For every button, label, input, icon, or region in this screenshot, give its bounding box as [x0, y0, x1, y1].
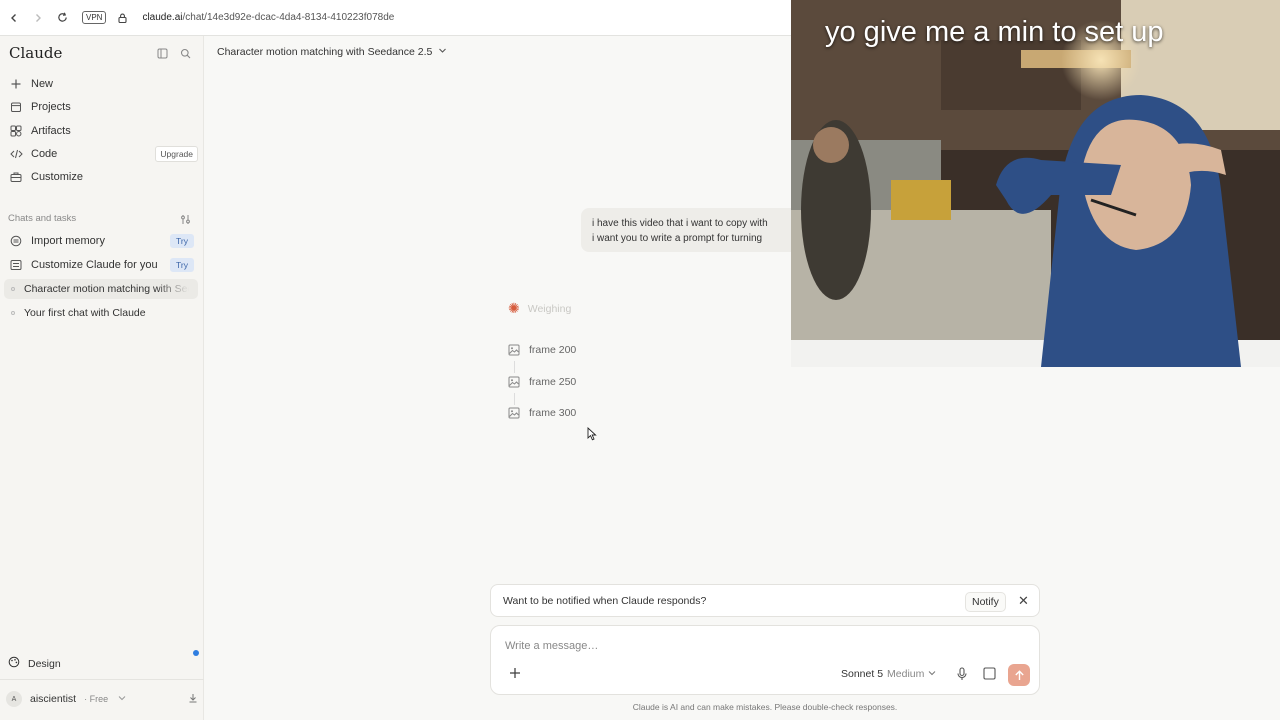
- arrow-up-icon: [1014, 669, 1024, 680]
- lock-icon[interactable]: [114, 10, 130, 26]
- webcam-image: [791, 0, 1280, 367]
- download-icon[interactable]: [188, 693, 198, 706]
- avatar: A: [6, 691, 22, 707]
- user-name: aiscientist: [30, 693, 77, 705]
- address-bar[interactable]: claude.ai/chat/14e3d92e-dcac-4da4-8134-4…: [142, 12, 394, 23]
- briefcase-icon: [9, 170, 23, 184]
- folder-icon: [9, 100, 23, 114]
- search-icon[interactable]: [180, 46, 191, 64]
- sidebar-tools: [157, 46, 191, 64]
- upgrade-badge[interactable]: Upgrade: [155, 146, 198, 162]
- frame-connector: [514, 393, 515, 405]
- chevron-down-icon: [118, 693, 126, 705]
- import-icon: [9, 234, 23, 248]
- plus-icon: [9, 77, 23, 91]
- disclaimer-text: Claude is AI and can make mistakes. Plea…: [632, 702, 898, 712]
- chat-dot-icon: [11, 287, 15, 291]
- sidebar-divider: [0, 679, 204, 680]
- user-message-line: i want you to write a prompt for turning: [592, 233, 763, 244]
- status-text: Weighing: [527, 302, 572, 315]
- chevron-down-icon: [438, 46, 447, 58]
- frame-label: frame 300: [529, 407, 577, 419]
- webcam-caption: yo give me a min to set up: [825, 16, 1164, 48]
- notify-button[interactable]: Notify: [965, 592, 1006, 612]
- image-icon: [508, 344, 520, 356]
- sliders-icon: [9, 258, 23, 272]
- model-selector[interactable]: Sonnet 5 Medium: [841, 668, 936, 680]
- design-label: Design: [28, 657, 61, 670]
- brand-logo[interactable]: Claude: [9, 44, 62, 62]
- sidebar-item-projects[interactable]: Projects: [8, 96, 198, 118]
- frame-item[interactable]: frame 250: [508, 376, 576, 388]
- artifacts-icon: [9, 124, 23, 138]
- code-icon: [9, 147, 23, 161]
- sidebar-toggle-icon[interactable]: [157, 46, 168, 64]
- chat-title-dropdown[interactable]: Character motion matching with Seedance …: [217, 46, 447, 58]
- microphone-icon[interactable]: [956, 667, 968, 686]
- user-menu[interactable]: A aiscientist · Free: [6, 689, 198, 709]
- sidebar-item-import-memory[interactable]: Import memory Try: [8, 230, 198, 252]
- user-message-line: i have this video that i want to copy wi…: [592, 218, 768, 229]
- forward-icon[interactable]: [30, 10, 46, 26]
- reload-icon[interactable]: [54, 10, 70, 26]
- voice-mode-icon[interactable]: [983, 667, 996, 685]
- sidebar-item-label: Import memory: [31, 235, 105, 247]
- message-input[interactable]: [505, 640, 1005, 652]
- back-icon[interactable]: [6, 10, 22, 26]
- frame-connector: [514, 361, 515, 373]
- frame-item[interactable]: frame 200: [508, 344, 576, 356]
- sidebar-item-label: Projects: [31, 101, 71, 113]
- sidebar-item-label: Code: [31, 148, 58, 160]
- sidebar-item-customize[interactable]: Customize: [8, 166, 198, 188]
- sidebar-item-design[interactable]: Design: [8, 656, 61, 671]
- sidebar-item-label: Artifacts: [31, 125, 71, 137]
- sidebar-item-artifacts[interactable]: Artifacts: [8, 120, 198, 142]
- image-icon: [508, 376, 520, 388]
- chat-dot-icon: [11, 311, 15, 315]
- close-icon[interactable]: ✕: [1018, 593, 1029, 609]
- model-name: Sonnet 5: [841, 668, 884, 680]
- sidebar-item-label: Customize: [31, 171, 83, 183]
- chat-item[interactable]: Your first chat with Claude: [4, 303, 198, 323]
- composer: Sonnet 5 Medium: [490, 625, 1040, 695]
- user-message: i have this video that i want to copy wi…: [581, 208, 791, 252]
- frame-label: frame 200: [529, 344, 577, 356]
- vpn-badge[interactable]: VPN: [82, 11, 107, 24]
- palette-icon: [8, 656, 20, 671]
- section-label-chats: Chats and tasks: [8, 213, 77, 224]
- sidebar: Claude New Projects Artifacts Code Upgra…: [0, 36, 204, 720]
- claude-spark-icon: ✺: [508, 300, 520, 316]
- chat-item-label: Character motion matching with Seedance …: [24, 283, 189, 295]
- chat-item-active[interactable]: Character motion matching with Seedance …: [4, 279, 198, 299]
- thinking-status: ✺ Weighing: [508, 300, 571, 317]
- try-badge[interactable]: Try: [170, 234, 194, 248]
- chevron-down-icon: [928, 668, 936, 680]
- add-attachment-button[interactable]: [509, 666, 521, 684]
- sidebar-item-new[interactable]: New: [8, 73, 198, 95]
- image-icon: [508, 407, 520, 419]
- send-button[interactable]: [1008, 664, 1030, 686]
- filter-icon[interactable]: [180, 212, 191, 230]
- notify-text: Want to be notified when Claude responds…: [503, 594, 707, 607]
- sidebar-item-label: Customize Claude for you: [31, 259, 158, 271]
- frame-item[interactable]: frame 300: [508, 407, 576, 419]
- model-effort: Medium: [887, 668, 925, 680]
- notify-banner: Want to be notified when Claude responds…: [490, 584, 1040, 617]
- chat-item-label: Your first chat with Claude: [24, 307, 146, 319]
- webcam-overlay: yo give me a min to set up: [791, 0, 1280, 367]
- user-plan: · Free: [84, 694, 109, 704]
- frame-label: frame 250: [529, 376, 577, 388]
- mouse-cursor-icon: [587, 426, 597, 446]
- try-badge[interactable]: Try: [170, 258, 194, 272]
- browser-toolbar: VPN claude.ai/chat/14e3d92e-dcac-4da4-81…: [0, 0, 791, 36]
- sidebar-item-customize-claude[interactable]: Customize Claude for you Try: [8, 254, 198, 276]
- sidebar-item-label: New: [31, 78, 54, 90]
- update-dot: [193, 650, 199, 656]
- sidebar-item-code[interactable]: Code Upgrade: [8, 143, 198, 165]
- page-title: Character motion matching with Seedance …: [217, 46, 433, 58]
